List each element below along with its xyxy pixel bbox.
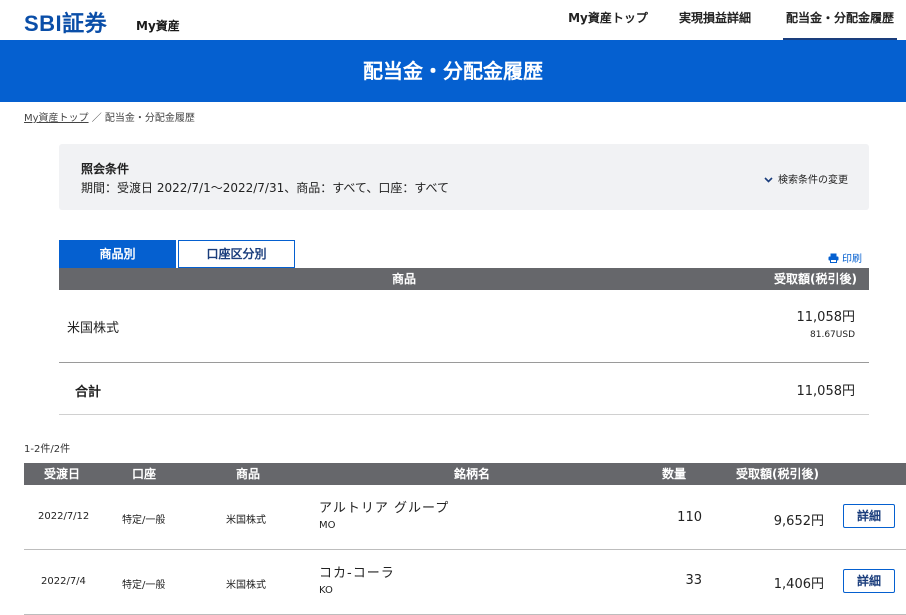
detail-header-product: 商品: [236, 467, 261, 481]
summary-amount-usd: 81.67USD: [810, 330, 855, 340]
nav-my-assets-top[interactable]: My資産トップ: [560, 0, 656, 40]
tab-by-account-type[interactable]: 口座区分別: [178, 240, 295, 268]
row-amount: 1,406円: [773, 577, 824, 592]
nav-dividend-history[interactable]: 配当金・分配金履歴: [783, 0, 897, 40]
conditions-text: 期間：受渡日 2022/7/1〜2022/7/31、商品：すべて、口座：すべて: [81, 181, 450, 195]
page-title: 配当金・分配金履歴: [0, 40, 906, 102]
summary-header-amount: 受取額(税引後): [774, 272, 857, 286]
summary-row: 米国株式 11,058円 81.67USD: [59, 290, 869, 363]
change-conditions-link[interactable]: 検索条件の変更: [764, 171, 848, 186]
change-conditions-label: 検索条件の変更: [778, 175, 848, 186]
row-security-name: アルトリア グループ: [319, 501, 450, 516]
top-bar: SBI証券 My資産 My資産トップ 実現損益詳細 配当金・分配金履歴: [0, 0, 906, 40]
row-amount: 9,652円: [773, 514, 824, 529]
conditions-title: 照会条件: [81, 162, 130, 176]
summary-total-row: 合計 11,058円: [59, 364, 869, 415]
total-label: 合計: [75, 385, 102, 400]
detail-table-header: 受渡日 口座 商品 銘柄名 数量 受取額(税引後): [24, 463, 906, 485]
row-security-name: コカ-コーラ: [319, 566, 395, 581]
row-product: 米国株式: [226, 515, 266, 526]
summary-table-header: 商品 受取額(税引後): [59, 268, 869, 290]
summary-amount-jpy: 11,058円: [796, 310, 856, 325]
nav-realized-pl[interactable]: 実現損益詳細: [670, 0, 760, 40]
table-row: 2022/7/12 特定/一般 米国株式 アルトリア グループ MO 110 9…: [24, 485, 906, 550]
total-amount: 11,058円: [796, 384, 856, 399]
printer-icon: [828, 253, 839, 263]
row-ticker: KO: [319, 585, 333, 596]
detail-header-security: 銘柄名: [454, 467, 491, 481]
row-account: 特定/一般: [122, 515, 166, 526]
row-quantity: 110: [677, 510, 702, 525]
result-count: 1-2件/2件: [24, 444, 71, 455]
detail-header-date: 受渡日: [44, 467, 81, 481]
detail-header-account: 口座: [132, 467, 157, 481]
detail-header-amount: 受取額(税引後): [736, 467, 819, 481]
logo-subtitle: My資産: [136, 19, 180, 33]
breadcrumb-separator: ／: [91, 113, 102, 124]
search-conditions-box: 照会条件 期間：受渡日 2022/7/1〜2022/7/31、商品：すべて、口座…: [59, 144, 869, 210]
summary-header-product: 商品: [391, 272, 416, 286]
row-date: 2022/7/12: [38, 511, 90, 522]
tab-by-product[interactable]: 商品別: [59, 240, 176, 268]
print-label: 印刷: [842, 254, 862, 265]
detail-button[interactable]: 詳細: [843, 569, 895, 593]
row-account: 特定/一般: [122, 580, 166, 591]
detail-button[interactable]: 詳細: [843, 504, 895, 528]
row-product: 米国株式: [226, 580, 266, 591]
breadcrumb: My資産トップ ／ 配当金・分配金履歴: [24, 109, 195, 124]
table-row: 2022/7/4 特定/一般 米国株式 コカ-コーラ KO 33 1,406円 …: [24, 550, 906, 615]
sbi-logo[interactable]: SBI証券: [24, 6, 107, 38]
row-ticker: MO: [319, 520, 336, 531]
detail-header-quantity: 数量: [662, 467, 687, 481]
row-date: 2022/7/4: [41, 576, 86, 587]
breadcrumb-link-top[interactable]: My資産トップ: [24, 113, 89, 124]
print-link[interactable]: 印刷: [828, 250, 862, 265]
chevron-down-icon: [764, 177, 773, 183]
summary-product-name: 米国株式: [67, 321, 120, 336]
breadcrumb-current: 配当金・分配金履歴: [104, 113, 195, 124]
row-quantity: 33: [685, 573, 702, 588]
